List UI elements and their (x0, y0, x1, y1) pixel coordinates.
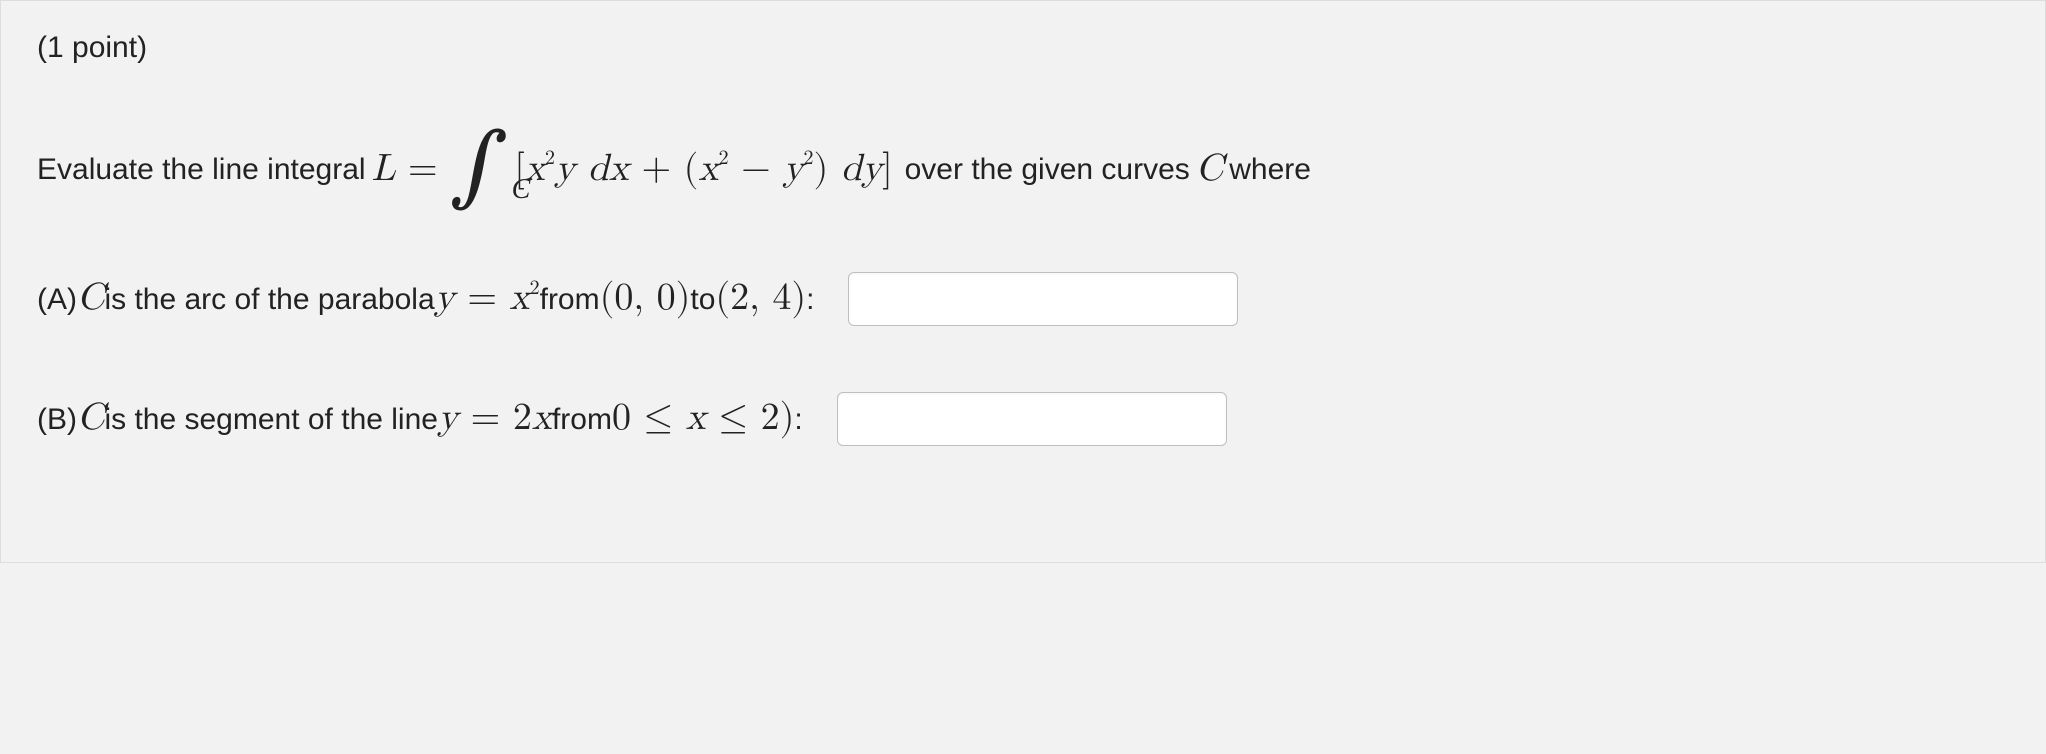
part-a-p1: (2, 4) (715, 274, 806, 323)
var-C-b: C (77, 394, 104, 443)
part-b-eq: y = 2x (438, 394, 552, 443)
part-a-p0: (0, 0) (600, 274, 691, 323)
var-L: L (372, 150, 396, 188)
integral-statement: Evaluate the line integral L = ∫ C [x2y … (37, 133, 2009, 206)
part-a-eq: y = x2 (435, 274, 540, 323)
where: where (1229, 150, 1311, 189)
L-expression: L = (372, 145, 438, 194)
answer-input-b[interactable] (837, 392, 1227, 446)
points-label: (1 point) (37, 31, 2009, 65)
intro-suffix: over the given curves (905, 150, 1190, 189)
var-C: C (1196, 145, 1223, 194)
part-b-row: (B) C is the segment of the line y = 2x … (37, 392, 2009, 446)
part-a-row: (A) C is the arc of the parabola y = x2 … (37, 272, 2009, 326)
integral-symbol: ∫ (450, 126, 509, 212)
part-a-to: to (690, 280, 715, 319)
answer-input-a[interactable] (848, 272, 1238, 326)
part-b-colon: : (794, 400, 802, 439)
var-C-a: C (77, 274, 104, 323)
equals-sign: = (395, 150, 437, 188)
integral-sub: C (512, 172, 531, 208)
part-a-colon: : (806, 280, 814, 319)
part-a-from: from (540, 280, 600, 319)
integrand: [x2y dx + (x2 − y2) dy] (514, 145, 892, 194)
part-b-prefix: (B) (37, 400, 77, 439)
part-b-mid: is the segment of the line (104, 400, 438, 439)
part-a-prefix: (A) (37, 280, 77, 319)
integral-sign: ∫ C (450, 133, 509, 206)
integral-block: ∫ C [x2y dx + (x2 − y2) dy] (450, 133, 893, 206)
part-b-from: from (552, 400, 612, 439)
part-a-mid: is the arc of the parabola (104, 280, 434, 319)
part-b-range: 0 ≤ x ≤ 2) (612, 394, 794, 443)
intro-prefix: Evaluate the line integral (37, 150, 366, 189)
